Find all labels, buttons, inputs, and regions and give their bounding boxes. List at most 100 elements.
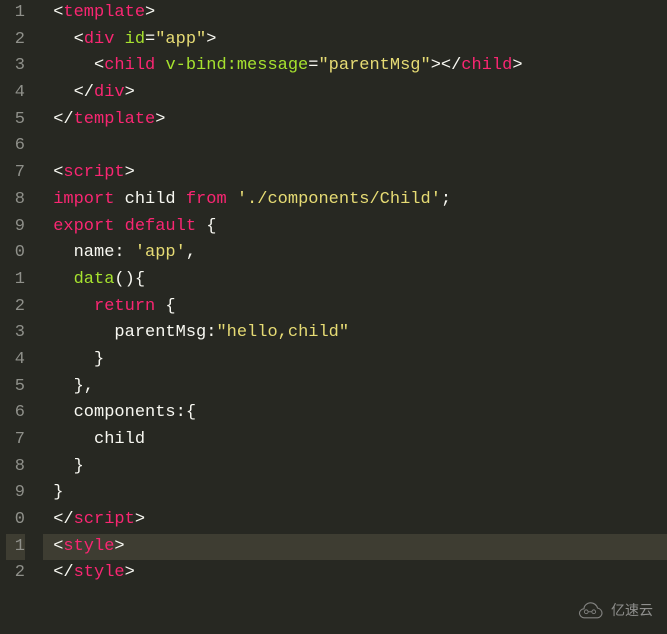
line-number: 5: [6, 107, 25, 134]
line-number: 2: [6, 294, 25, 321]
line-number: 1: [6, 534, 25, 561]
token-attr-op: =: [145, 30, 155, 49]
token-attr-name: id: [125, 30, 145, 49]
line-number: 0: [6, 507, 25, 534]
token-varname: child: [94, 430, 145, 449]
token-punct: ,: [186, 243, 196, 262]
token-tag-name: child: [461, 56, 512, 75]
token-tag-bracket: </: [53, 510, 73, 529]
token-punct: [114, 30, 124, 49]
code-line[interactable]: <template>: [43, 0, 667, 27]
token-attr-op: =: [308, 56, 318, 75]
token-punct: },: [74, 377, 94, 396]
code-line[interactable]: </template>: [43, 107, 667, 134]
token-tag-name: template: [63, 3, 145, 22]
line-number: 5: [6, 374, 25, 401]
token-varname: components:{: [74, 403, 196, 422]
token-tag-name: div: [94, 83, 125, 102]
line-number: 3: [6, 53, 25, 80]
line-number: 2: [6, 560, 25, 587]
token-punct: [114, 217, 124, 236]
token-tag-bracket: ></: [431, 56, 462, 75]
line-gutter: 1234567890123456789012: [0, 0, 35, 634]
token-punct: {: [196, 217, 216, 236]
token-punct: [155, 56, 165, 75]
token-string: 'app': [135, 243, 186, 262]
line-number: 3: [6, 320, 25, 347]
code-line[interactable]: <script>: [43, 160, 667, 187]
token-keyword: default: [125, 217, 196, 236]
line-number: 8: [6, 187, 25, 214]
code-line[interactable]: }: [43, 347, 667, 374]
token-tag-name: template: [74, 110, 156, 129]
token-varname: parentMsg:: [114, 323, 216, 342]
token-tag-bracket: >: [135, 510, 145, 529]
token-tag-bracket: >: [145, 3, 155, 22]
code-line[interactable]: [43, 133, 667, 160]
line-number: 1: [6, 267, 25, 294]
token-tag-bracket: >: [114, 537, 124, 556]
token-tag-name: child: [104, 56, 155, 75]
line-number: 9: [6, 480, 25, 507]
code-line[interactable]: }: [43, 454, 667, 481]
token-tag-bracket: <: [53, 537, 63, 556]
token-tag-name: div: [84, 30, 115, 49]
token-string: "app": [155, 30, 206, 49]
token-tag-bracket: >: [125, 163, 135, 182]
code-line[interactable]: },: [43, 374, 667, 401]
line-number: 6: [6, 133, 25, 160]
code-line[interactable]: export default {: [43, 214, 667, 241]
token-tag-name: script: [74, 510, 135, 529]
token-punct: [227, 190, 237, 209]
line-number: 8: [6, 454, 25, 481]
token-string: './components/Child': [237, 190, 441, 209]
code-line[interactable]: <style>: [43, 534, 667, 561]
line-number: 7: [6, 160, 25, 187]
token-punct: }: [74, 457, 84, 476]
token-tag-bracket: <: [74, 30, 84, 49]
watermark: 亿速云: [575, 597, 653, 624]
line-number: 2: [6, 27, 25, 54]
token-tag-bracket: </: [74, 83, 94, 102]
token-attr-name: v-bind:message: [165, 56, 308, 75]
line-number: 1: [6, 0, 25, 27]
line-number: 4: [6, 80, 25, 107]
token-keyword: export: [53, 217, 114, 236]
code-line[interactable]: child: [43, 427, 667, 454]
code-line[interactable]: </div>: [43, 80, 667, 107]
code-line[interactable]: data(){: [43, 267, 667, 294]
cloud-icon: [575, 602, 605, 620]
token-tag-bracket: >: [125, 83, 135, 102]
token-tag-bracket: >: [512, 56, 522, 75]
token-punct: ;: [441, 190, 451, 209]
code-line[interactable]: return {: [43, 294, 667, 321]
token-funcname: data: [74, 270, 115, 289]
code-line[interactable]: parentMsg:"hello,child": [43, 320, 667, 347]
code-line[interactable]: <div id="app">: [43, 27, 667, 54]
code-line[interactable]: components:{: [43, 400, 667, 427]
token-varname: child: [114, 190, 185, 209]
token-tag-bracket: >: [155, 110, 165, 129]
code-line[interactable]: </style>: [43, 560, 667, 587]
token-tag-name: style: [63, 537, 114, 556]
code-line[interactable]: name: 'app',: [43, 240, 667, 267]
code-line[interactable]: </script>: [43, 507, 667, 534]
token-keyword: import: [53, 190, 114, 209]
token-tag-bracket: </: [53, 563, 73, 582]
token-punct: }: [94, 350, 104, 369]
line-number: 9: [6, 214, 25, 241]
token-tag-name: script: [63, 163, 124, 182]
token-keyword: return: [94, 297, 155, 316]
watermark-text: 亿速云: [611, 597, 653, 624]
code-line[interactable]: import child from './components/Child';: [43, 187, 667, 214]
token-tag-bracket: <: [53, 163, 63, 182]
code-area[interactable]: <template> <div id="app"> <child v-bind:…: [35, 0, 667, 634]
line-number: 6: [6, 400, 25, 427]
token-tag-name: style: [74, 563, 125, 582]
code-editor[interactable]: 1234567890123456789012 <template> <div i…: [0, 0, 667, 634]
code-line[interactable]: <child v-bind:message="parentMsg"></chil…: [43, 53, 667, 80]
token-tag-bracket: >: [125, 563, 135, 582]
line-number: 7: [6, 427, 25, 454]
code-line[interactable]: }: [43, 480, 667, 507]
token-string: "parentMsg": [318, 56, 430, 75]
